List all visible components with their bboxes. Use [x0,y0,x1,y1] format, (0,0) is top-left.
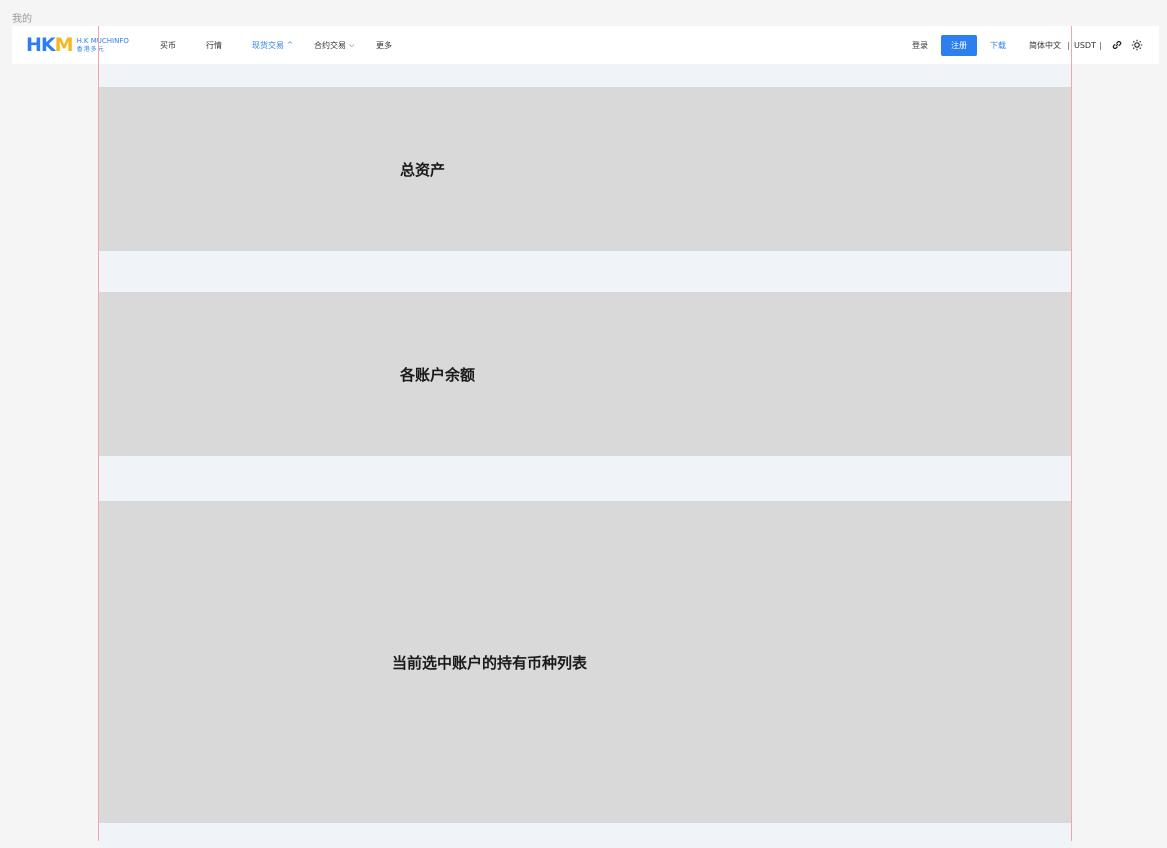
currency-selector[interactable]: USDT [1074,26,1096,64]
nav-item-label: 现货交易 [252,40,284,50]
nav-item-label: 更多 [376,40,392,50]
main-content: 总资产 各账户余额 当前选中账户的持有币种列表 [99,64,1072,848]
section-label: 各账户余额 [400,366,476,384]
login-label: 登录 [912,40,928,50]
nav-item-more[interactable]: 更多 [376,26,392,64]
section-label: 总资产 [400,161,446,179]
account-balances-placeholder: 各账户余额 [99,292,1072,456]
logo[interactable]: H K M H.K MUCHINFO 香港多元 [26,26,129,64]
right-guide-line [1071,26,1072,841]
nav-item-futures-trading[interactable]: 合约交易 ⌵ [314,26,354,64]
logo-english-name: H.K MUCHINFO [76,36,129,45]
total-assets-placeholder: 总资产 [99,87,1072,251]
logo-chinese-name: 香港多元 [76,45,105,53]
page-label: 我的 [12,14,32,25]
download-label: 下载 [990,40,1006,50]
login-link[interactable]: 登录 [912,26,928,64]
chevron-down-icon: ⌵ [349,40,355,49]
link-icon[interactable] [1111,39,1123,51]
currency-label: USDT [1074,40,1096,50]
separator: | [1099,40,1102,50]
section-label: 当前选中账户的持有币种列表 [392,654,588,672]
top-navbar: H K M H.K MUCHINFO 香港多元 买币 行情 现货交易 ^ 合约交… [12,26,1159,64]
download-link[interactable]: 下载 [990,26,1006,64]
register-label: 注册 [951,41,967,50]
sun-icon[interactable] [1131,39,1143,51]
nav-item-label: 行情 [206,40,222,50]
nav-item-spot-trading[interactable]: 现货交易 ^ [252,26,293,64]
left-guide-line [98,26,99,841]
language-selector[interactable]: 简体中文 [1029,26,1061,64]
holdings-list-placeholder: 当前选中账户的持有币种列表 [99,501,1072,823]
nav-item-buy-coin[interactable]: 买币 [160,26,176,64]
logo-letter-h: H [26,33,42,56]
nav-item-label: 买币 [160,40,176,50]
nav-item-label: 合约交易 [314,40,346,50]
logo-text: H.K MUCHINFO 香港多元 [76,36,129,53]
logo-mark: H K M [26,33,74,56]
separator: | [1067,40,1070,50]
logo-letter-m: M [54,33,74,56]
register-button[interactable]: 注册 [941,35,977,56]
language-label: 简体中文 [1029,40,1061,50]
nav-item-market[interactable]: 行情 [206,26,222,64]
logo-letter-k: K [40,33,56,56]
chevron-up-icon: ^ [287,41,293,49]
